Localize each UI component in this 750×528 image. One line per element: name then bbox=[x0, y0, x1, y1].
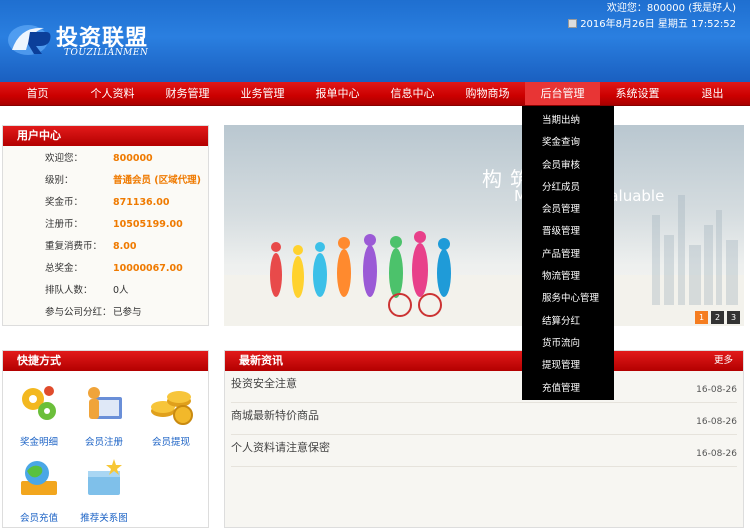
menu-item-service-center[interactable]: 服务中心管理 bbox=[522, 288, 614, 310]
logo-subtext: TOUZILIANMEN bbox=[64, 48, 149, 58]
header: 投资联盟 TOUZILIANMEN 欢迎您：800000 (我是好人) 2016… bbox=[0, 0, 750, 82]
user-row-value: 10000067.00 bbox=[113, 263, 183, 274]
banner-page-button[interactable]: 1 bbox=[695, 311, 708, 324]
user-row-label: 级别： bbox=[45, 175, 74, 186]
banner-page-button[interactable]: 2 bbox=[711, 311, 724, 324]
menu-item-member-review[interactable]: 会员审核 bbox=[522, 155, 614, 177]
menu-item-currency-flow[interactable]: 货币流向 bbox=[522, 333, 614, 355]
user-row-value: 800000 bbox=[113, 153, 153, 164]
user-row: 重复消费币： 8.00 bbox=[3, 236, 208, 258]
quick-link-member-withdraw[interactable]: 会员提现 bbox=[141, 379, 201, 448]
menu-item-settlement-dividend[interactable]: 结算分红 bbox=[522, 311, 614, 333]
menu-item-current-cashier[interactable]: 当期出纳 bbox=[522, 110, 614, 132]
news-item-title[interactable]: 商城最新特价商品 bbox=[231, 407, 319, 423]
coins-icon bbox=[147, 379, 195, 427]
nav-admin[interactable]: 后台管理 bbox=[525, 82, 600, 105]
news-item-date: 16-08-26 bbox=[696, 417, 737, 427]
user-row-value: 普通会员 (区域代理) bbox=[113, 175, 201, 186]
calendar-icon bbox=[568, 19, 578, 28]
news-item-title[interactable]: 个人资料请注意保密 bbox=[231, 439, 330, 455]
nav-home[interactable]: 首页 bbox=[0, 82, 75, 105]
welcome-text: 欢迎您：800000 (我是好人) bbox=[606, 3, 736, 14]
menu-item-bonus-query[interactable]: 奖金查询 bbox=[522, 132, 614, 154]
quick-link-member-recharge[interactable]: 会员充值 bbox=[9, 455, 69, 524]
nav-shop[interactable]: 购物商场 bbox=[450, 82, 525, 105]
user-row-label: 欢迎您： bbox=[45, 153, 84, 164]
hero-banner[interactable]: 构筑价值 Make More Valuable 1 2 3 bbox=[224, 125, 744, 326]
user-row: 注册币： 10505199.00 bbox=[3, 214, 208, 236]
menu-item-recharge-management[interactable]: 充值管理 bbox=[522, 378, 614, 400]
nav-finance[interactable]: 财务管理 bbox=[150, 82, 225, 105]
menu-item-withdrawal-management[interactable]: 提现管理 bbox=[522, 355, 614, 377]
nav-business[interactable]: 业务管理 bbox=[225, 82, 300, 105]
quick-links-title: 快捷方式 bbox=[3, 351, 208, 371]
quick-link-label: 会员注册 bbox=[84, 437, 123, 448]
user-row: 参与公司分红： 已参与 bbox=[3, 302, 208, 324]
news-item-date: 16-08-26 bbox=[696, 449, 737, 459]
news-panel: 最新资讯 更多 投资安全注意 16-08-26 商城最新特价商品 16-08-2… bbox=[224, 350, 744, 528]
user-row-value: 已参与 bbox=[113, 307, 142, 318]
datetime: 2016年8月26日 星期五 17:52:52 bbox=[568, 15, 736, 30]
logo[interactable]: 投资联盟 TOUZILIANMEN bbox=[6, 18, 166, 62]
nav-logout[interactable]: 退出 bbox=[675, 82, 750, 105]
quick-link-label: 会员提现 bbox=[151, 437, 190, 448]
user-row: 奖金币： 871136.00 bbox=[3, 192, 208, 214]
user-center-title: 用户中心 bbox=[3, 126, 208, 146]
menu-item-product-management[interactable]: 产品管理 bbox=[522, 244, 614, 266]
user-row-label: 参与公司分红： bbox=[45, 307, 112, 318]
user-book-icon bbox=[80, 379, 128, 427]
user-row-label: 重复消费币： bbox=[45, 241, 103, 252]
user-center-panel: 用户中心 欢迎您： 800000 级别： 普通会员 (区域代理) 奖金币： 87113… bbox=[2, 125, 209, 326]
main-nav: 首页 个人资料 财务管理 业务管理 报单中心 信息中心 购物商场 后台管理 系统… bbox=[0, 82, 750, 106]
logo-mark-icon bbox=[8, 25, 51, 55]
news-item[interactable]: 商城最新特价商品 16-08-26 bbox=[231, 403, 737, 435]
news-item-date: 16-08-26 bbox=[696, 385, 737, 395]
user-row-label: 总奖金： bbox=[45, 263, 84, 274]
user-row-label: 注册币： bbox=[45, 219, 84, 230]
news-item[interactable]: 投资安全注意 16-08-26 bbox=[231, 371, 737, 403]
quick-links-panel: 快捷方式 奖金明细 会员注册 会员提现 会员充值 推荐关系图 bbox=[2, 350, 209, 528]
user-row: 总奖金： 10000067.00 bbox=[3, 258, 208, 280]
quick-link-referral-tree[interactable]: 推荐关系图 bbox=[74, 455, 134, 524]
user-row-value: 8.00 bbox=[113, 241, 137, 252]
user-row-value: 10505199.00 bbox=[113, 219, 183, 230]
banner-pagination: 1 2 3 bbox=[695, 311, 740, 324]
user-row-value: 0人 bbox=[113, 285, 129, 296]
nav-profile[interactable]: 个人资料 bbox=[75, 82, 150, 105]
quick-link-member-register[interactable]: 会员注册 bbox=[74, 379, 134, 448]
news-item[interactable]: 个人资料请注意保密 16-08-26 bbox=[231, 435, 737, 467]
nav-settings[interactable]: 系统设置 bbox=[600, 82, 675, 105]
user-row-label: 奖金币： bbox=[45, 197, 84, 208]
quick-link-label: 会员充值 bbox=[19, 513, 58, 524]
user-row: 级别： 普通会员 (区域代理) bbox=[3, 170, 208, 192]
nav-order-center[interactable]: 报单中心 bbox=[300, 82, 375, 105]
quick-link-label: 推荐关系图 bbox=[80, 513, 128, 524]
user-row: 欢迎您： 800000 bbox=[3, 148, 208, 170]
news-item-title[interactable]: 投资安全注意 bbox=[231, 375, 297, 391]
nav-info-center[interactable]: 信息中心 bbox=[375, 82, 450, 105]
box-star-icon bbox=[80, 455, 128, 503]
admin-dropdown-menu: 当期出纳 奖金查询 会员审核 分红成员 会员管理 晋级管理 产品管理 物流管理 … bbox=[522, 106, 614, 400]
menu-item-promotion-management[interactable]: 晋级管理 bbox=[522, 221, 614, 243]
menu-item-dividend-members[interactable]: 分红成员 bbox=[522, 177, 614, 199]
banner-page-button[interactable]: 3 bbox=[727, 311, 740, 324]
datetime-text: 2016年8月26日 星期五 17:52:52 bbox=[580, 19, 736, 30]
gears-icon bbox=[15, 379, 63, 427]
user-row: 排队人数： 0人 bbox=[3, 280, 208, 302]
globe-money-icon bbox=[15, 455, 63, 503]
banner-illustration bbox=[224, 195, 744, 326]
menu-item-logistics-management[interactable]: 物流管理 bbox=[522, 266, 614, 288]
news-more-link[interactable]: 更多 bbox=[714, 351, 733, 371]
user-row-value: 871136.00 bbox=[113, 197, 170, 208]
user-row-label: 排队人数： bbox=[45, 285, 93, 296]
quick-link-bonus-details[interactable]: 奖金明细 bbox=[9, 379, 69, 448]
news-title: 最新资讯 bbox=[225, 351, 743, 371]
quick-link-label: 奖金明细 bbox=[19, 437, 58, 448]
menu-item-member-management[interactable]: 会员管理 bbox=[522, 199, 614, 221]
